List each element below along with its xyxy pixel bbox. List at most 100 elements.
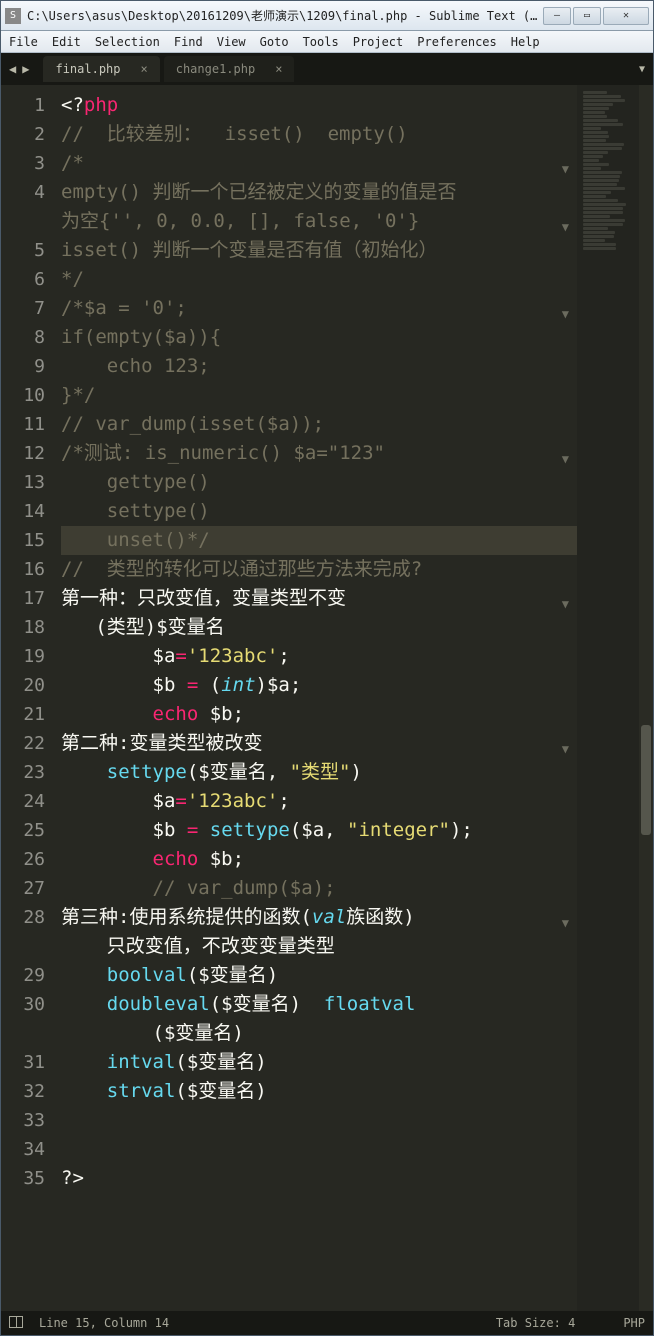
code-line[interactable]: // 比较差别： isset() empty() — [61, 120, 577, 149]
line-number: 7 — [1, 294, 45, 323]
line-number: 8 — [1, 323, 45, 352]
code-line[interactable]: /*测试: is_numeric() $a="123"▼ — [61, 439, 577, 468]
code-line[interactable]: */ — [61, 265, 577, 294]
code-line[interactable]: }*/ — [61, 381, 577, 410]
line-number: 13 — [1, 468, 45, 497]
line-number: 9 — [1, 352, 45, 381]
line-number: 5 — [1, 236, 45, 265]
code-line[interactable]: echo $b; — [61, 700, 577, 729]
menu-file[interactable]: File — [9, 35, 38, 49]
menu-project[interactable]: Project — [353, 35, 404, 49]
scroll-thumb[interactable] — [641, 725, 651, 835]
menu-tools[interactable]: Tools — [303, 35, 339, 49]
code-line[interactable]: $b = (int)$a; — [61, 671, 577, 700]
panel-switcher-icon[interactable] — [9, 1316, 25, 1331]
code-line[interactable]: // var_dump($a); — [61, 874, 577, 903]
status-language[interactable]: PHP — [623, 1316, 645, 1330]
menu-edit[interactable]: Edit — [52, 35, 81, 49]
line-number: 31 — [1, 1048, 45, 1077]
tab-label: change1.php — [176, 62, 255, 76]
code-line[interactable]: $b = settype($a, "integer"); — [61, 816, 577, 845]
code-line[interactable]: empty() 判断一个已经被定义的变量的值是否 — [61, 178, 577, 207]
line-number: 34 — [1, 1135, 45, 1164]
line-number — [1, 932, 45, 961]
line-number — [1, 1019, 45, 1048]
code-line[interactable]: settype() — [61, 497, 577, 526]
tab-change1-php[interactable]: change1.php × — [164, 56, 295, 82]
maximize-button[interactable]: ▭ — [573, 7, 601, 25]
menubar[interactable]: File Edit Selection Find View Goto Tools Projec… — [1, 31, 653, 53]
code-line[interactable]: 第三种:使用系统提供的函数(val族函数)▼ — [61, 903, 577, 932]
code-line[interactable]: 第二种:变量类型被改变▼ — [61, 729, 577, 758]
code-line[interactable] — [61, 1106, 577, 1135]
tab-prev-icon[interactable]: ◀ — [9, 62, 16, 76]
code-line[interactable]: // var_dump(isset($a)); — [61, 410, 577, 439]
code-line[interactable]: ?> — [61, 1164, 577, 1193]
menu-selection[interactable]: Selection — [95, 35, 160, 49]
code-editor[interactable]: <?php// 比较差别： isset() empty()/*▼empty() … — [55, 85, 577, 1311]
tab-nav-arrows[interactable]: ◀ ▶ — [9, 62, 29, 76]
code-line[interactable]: 只改变值，不改变变量类型 — [61, 932, 577, 961]
code-line[interactable]: /*$a = '0';▼ — [61, 294, 577, 323]
menu-preferences[interactable]: Preferences — [417, 35, 496, 49]
line-number: 1 — [1, 91, 45, 120]
line-number: 29 — [1, 961, 45, 990]
app-window: S C:\Users\asus\Desktop\20161209\老师演示\12… — [0, 0, 654, 1336]
code-line[interactable]: if(empty($a)){ — [61, 323, 577, 352]
code-line[interactable]: 第一种：只改变值，变量类型不变▼ — [61, 584, 577, 613]
code-line[interactable]: gettype() — [61, 468, 577, 497]
code-line[interactable]: ($变量名) — [61, 1019, 577, 1048]
code-line[interactable]: // 类型的转化可以通过那些方法来完成? — [61, 555, 577, 584]
code-line[interactable]: echo 123; — [61, 352, 577, 381]
tab-next-icon[interactable]: ▶ — [22, 62, 29, 76]
vertical-scrollbar[interactable] — [639, 85, 653, 1311]
line-number — [1, 207, 45, 236]
menu-find[interactable]: Find — [174, 35, 203, 49]
minimap[interactable] — [577, 85, 639, 1311]
close-button[interactable]: ✕ — [603, 7, 649, 25]
line-number: 2 — [1, 120, 45, 149]
editor-area: 1234567891011121314151617181920212223242… — [1, 85, 653, 1311]
line-number: 12 — [1, 439, 45, 468]
code-line[interactable]: intval($变量名) — [61, 1048, 577, 1077]
code-line[interactable]: isset() 判断一个变量是否有值（初始化） — [61, 236, 577, 265]
code-line[interactable]: settype($变量名, "类型") — [61, 758, 577, 787]
code-line[interactable]: echo $b; — [61, 845, 577, 874]
line-number: 3 — [1, 149, 45, 178]
line-number: 16 — [1, 555, 45, 584]
tab-label: final.php — [55, 62, 120, 76]
code-line[interactable]: unset()*/ — [61, 526, 577, 555]
code-line[interactable]: 为空{'', 0, 0.0, [], false, '0'}▼ — [61, 207, 577, 236]
line-number: 19 — [1, 642, 45, 671]
code-line[interactable]: $a='123abc'; — [61, 642, 577, 671]
code-line[interactable]: /*▼ — [61, 149, 577, 178]
line-number: 21 — [1, 700, 45, 729]
line-number-gutter[interactable]: 1234567891011121314151617181920212223242… — [1, 85, 55, 1311]
code-line[interactable]: doubleval($变量名) floatval — [61, 990, 577, 1019]
status-line-col[interactable]: Line 15, Column 14 — [39, 1316, 169, 1330]
line-number: 17 — [1, 584, 45, 613]
line-number: 14 — [1, 497, 45, 526]
line-number: 4 — [1, 178, 45, 207]
tab-close-icon[interactable]: × — [141, 62, 148, 76]
line-number: 28 — [1, 903, 45, 932]
minimize-button[interactable]: — — [543, 7, 571, 25]
line-number: 24 — [1, 787, 45, 816]
line-number: 20 — [1, 671, 45, 700]
menu-help[interactable]: Help — [511, 35, 540, 49]
code-line[interactable]: boolval($变量名) — [61, 961, 577, 990]
status-tab-size[interactable]: Tab Size: 4 — [496, 1316, 575, 1330]
menu-view[interactable]: View — [217, 35, 246, 49]
line-number: 6 — [1, 265, 45, 294]
code-line[interactable] — [61, 1135, 577, 1164]
code-line[interactable]: (类型)$变量名 — [61, 613, 577, 642]
tabbar: ◀ ▶ final.php × change1.php × ▼ — [1, 53, 653, 85]
code-line[interactable]: <?php — [61, 91, 577, 120]
menu-goto[interactable]: Goto — [260, 35, 289, 49]
tab-close-icon[interactable]: × — [275, 62, 282, 76]
titlebar[interactable]: S C:\Users\asus\Desktop\20161209\老师演示\12… — [1, 1, 653, 31]
code-line[interactable]: strval($变量名) — [61, 1077, 577, 1106]
tabbar-menu-icon[interactable]: ▼ — [639, 64, 645, 75]
code-line[interactable]: $a='123abc'; — [61, 787, 577, 816]
tab-final-php[interactable]: final.php × — [43, 56, 159, 82]
